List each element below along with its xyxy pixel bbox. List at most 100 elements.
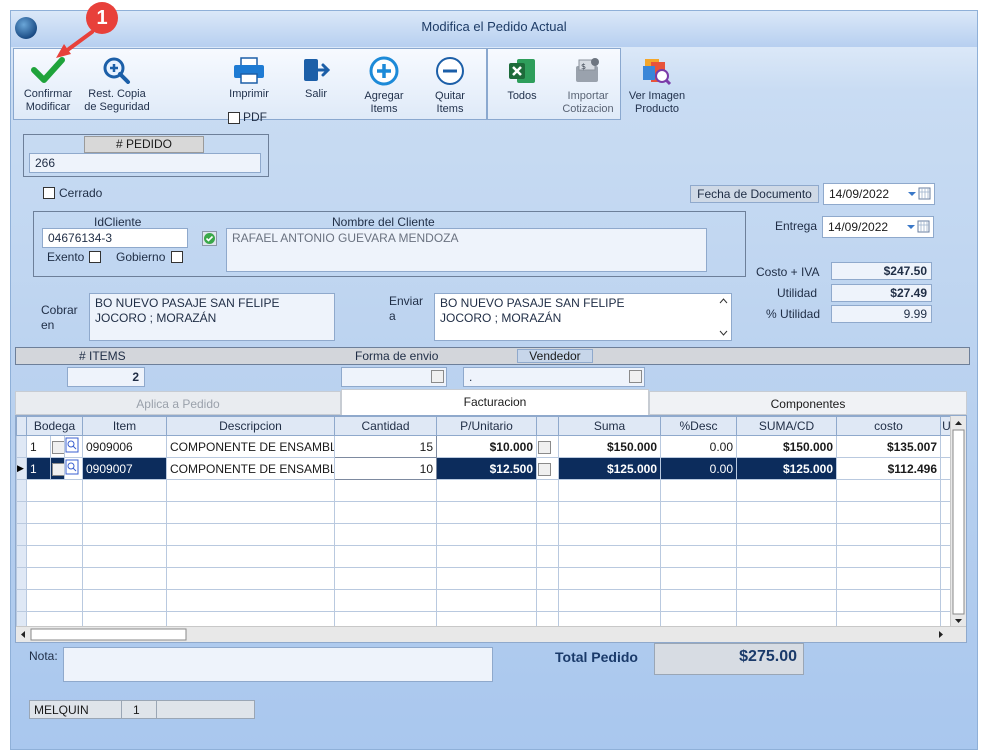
item-lookup[interactable] <box>64 457 83 480</box>
column-header-bodega[interactable]: Bodega <box>26 416 83 436</box>
document-date-value: 14/09/2022 <box>829 187 890 201</box>
column-header-desc[interactable]: %Desc <box>660 416 737 436</box>
lookup-icon[interactable] <box>65 459 79 475</box>
column-header-p-unitario[interactable]: P/Unitario <box>436 416 537 436</box>
delivery-date-picker[interactable]: 14/09/2022 <box>822 216 934 238</box>
bodega-dropdown[interactable] <box>50 435 65 458</box>
chevron-down-icon[interactable] <box>538 440 551 454</box>
excel-all-button[interactable]: Todos <box>497 56 547 103</box>
cell-suma-cd: $150.000 <box>736 435 837 458</box>
remove-items-button[interactable]: Quitar Items <box>423 56 477 116</box>
tab-applies-to-order[interactable]: Aplica a Pedido <box>15 391 341 415</box>
column-header-descripcion[interactable]: Descripcion <box>166 416 335 436</box>
client-name-label: Nombre del Cliente <box>332 215 435 229</box>
ship-to-address[interactable]: BO NUEVO PASAJE SAN FELIPE JOCORO ; MORA… <box>434 293 732 341</box>
printer-icon <box>234 57 264 84</box>
closed-check-box[interactable] <box>43 187 55 199</box>
verify-check-icon[interactable] <box>202 231 217 246</box>
restore-label: Rest. Copia de Seguridad <box>84 88 150 113</box>
bodega-dropdown[interactable] <box>50 457 65 480</box>
ship-method-select[interactable] <box>341 367 447 387</box>
exit-button[interactable]: Salir <box>296 56 336 101</box>
restore-backup-button[interactable]: Rest. Copia de Seguridad <box>79 56 155 114</box>
column-header-cantidad[interactable]: Cantidad <box>334 416 437 436</box>
utility-label: Utilidad <box>777 286 818 300</box>
document-date-label: Fecha de Documento <box>690 185 819 203</box>
delivery-label: Entrega <box>775 219 818 233</box>
exit-label: Salir <box>304 88 327 100</box>
document-date-picker[interactable]: 14/09/2022 <box>823 183 935 205</box>
column-header-costo[interactable]: costo <box>836 416 941 436</box>
table-row[interactable]: 1 0909006 COMPONENTE DE ENSAMBL 15 $10.0… <box>16 435 953 458</box>
calendar-dropdown-icon[interactable] <box>907 187 931 201</box>
client-id-field[interactable]: 04676134-3 <box>42 228 188 248</box>
import-quote-button[interactable]: $ Importar Cotizacion <box>559 56 617 116</box>
column-header-suma-cd[interactable]: SUMA/CD <box>736 416 837 436</box>
plus-circle-icon <box>369 56 399 86</box>
note-field[interactable] <box>63 647 493 682</box>
item-lookup[interactable] <box>64 435 83 458</box>
order-number-field[interactable]: 266 <box>29 153 261 173</box>
ship-to-scrollbar[interactable] <box>717 295 730 339</box>
price-dropdown[interactable] <box>536 435 559 458</box>
vertical-scrollbar[interactable] <box>950 416 966 628</box>
image-view-icon <box>643 59 672 86</box>
title-bar: Modifica el Pedido Actual <box>11 11 977 47</box>
cell-item[interactable]: 0909006 <box>82 435 167 458</box>
exempt-checkbox[interactable] <box>89 251 101 263</box>
calendar-dropdown-icon[interactable] <box>906 220 930 234</box>
cell-bodega[interactable]: 1 <box>26 457 51 480</box>
cell-cantidad[interactable]: 15 <box>334 435 437 458</box>
chevron-down-icon[interactable] <box>431 370 444 383</box>
confirm-modify-button[interactable]: Confirmar Modificar <box>17 56 79 114</box>
cell-bodega[interactable]: 1 <box>26 435 51 458</box>
note-label: Nota: <box>29 649 58 663</box>
print-button[interactable]: Imprimir <box>221 56 277 101</box>
chevron-down-icon[interactable] <box>538 462 551 476</box>
view-image-button[interactable]: Ver Imagen Producto <box>625 56 689 116</box>
cell-descripcion[interactable]: COMPONENTE DE ENSAMBL <box>166 435 335 458</box>
cell-p-unitario[interactable]: $12.500 <box>436 457 537 480</box>
tab-components[interactable]: Componentes <box>649 391 967 415</box>
order-window: Modifica el Pedido Actual Confirmar Modi… <box>10 10 978 750</box>
items-count-label: # ITEMS <box>79 349 126 363</box>
items-grid[interactable]: Bodega Item Descripcion Cantidad P/Unita… <box>15 415 967 643</box>
column-header-item[interactable]: Item <box>82 416 167 436</box>
row-header[interactable] <box>16 435 27 458</box>
client-name-field[interactable]: RAFAEL ANTONIO GUEVARA MENDOZA <box>226 228 707 272</box>
price-dropdown[interactable] <box>536 457 559 480</box>
chevron-down-icon[interactable] <box>52 462 64 476</box>
zoom-in-icon <box>103 57 130 84</box>
status-bar: MELQUIN 1 <box>29 700 255 719</box>
chevron-down-icon[interactable] <box>629 370 642 383</box>
cell-p-unitario[interactable]: $10.000 <box>436 435 537 458</box>
cell-item[interactable]: 0909007 <box>82 457 167 480</box>
column-header-suma[interactable]: Suma <box>558 416 661 436</box>
cell-descripcion[interactable]: COMPONENTE DE ENSAMBL <box>166 457 335 480</box>
chevron-down-icon[interactable] <box>52 440 64 454</box>
cell-costo: $135.007 <box>836 435 941 458</box>
add-items-button[interactable]: Agregar Items <box>357 56 411 116</box>
row-selector-icon[interactable]: ▶ <box>16 457 27 480</box>
government-label: Gobierno <box>116 250 166 264</box>
cell-cantidad[interactable]: 10 <box>334 457 437 480</box>
tab-billing[interactable]: Facturacion <box>341 389 649 415</box>
cell-desc[interactable]: 0.00 <box>660 457 737 480</box>
status-session: 1 <box>133 703 140 717</box>
status-divider <box>156 701 157 718</box>
pdf-check-box[interactable] <box>228 112 240 124</box>
lookup-icon[interactable] <box>65 437 79 453</box>
exempt-label: Exento <box>47 250 85 264</box>
cost-iva-label: Costo + IVA <box>756 265 820 279</box>
seller-select[interactable]: . <box>463 367 645 387</box>
bill-to-address[interactable]: BO NUEVO PASAJE SAN FELIPE JOCORO ; MORA… <box>89 293 335 341</box>
client-id-label: IdCliente <box>94 215 142 229</box>
cell-desc[interactable]: 0.00 <box>660 435 737 458</box>
horizontal-scrollbar[interactable] <box>16 626 966 642</box>
utility-value: $27.49 <box>831 284 932 302</box>
table-row[interactable]: ▶ 1 0909007 COMPONENTE DE ENSAMBL 10 $12… <box>16 457 953 480</box>
confirm-label: Confirmar Modificar <box>23 88 73 113</box>
government-checkbox[interactable] <box>171 251 183 263</box>
closed-label: Cerrado <box>59 186 103 200</box>
order-number-label: # PEDIDO <box>84 136 204 153</box>
